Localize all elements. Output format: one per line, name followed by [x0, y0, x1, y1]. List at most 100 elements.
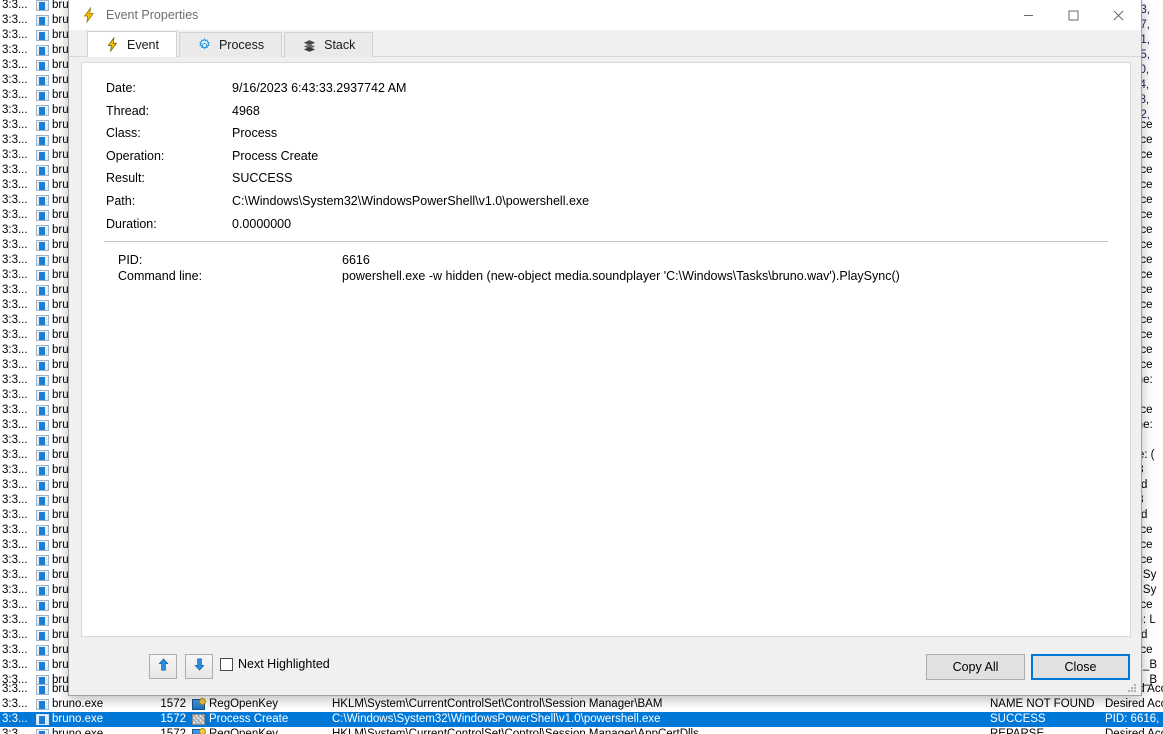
- previous-event-button[interactable]: [149, 654, 177, 679]
- table-row[interactable]: 3:3...brun: [0, 628, 68, 643]
- table-row[interactable]: 3:3...brun: [0, 568, 68, 583]
- close-button[interactable]: [1096, 0, 1141, 31]
- process-icon: [36, 660, 50, 672]
- event-field-label: Class:: [106, 126, 141, 140]
- row-result: NAME NOT FOUND: [990, 697, 1102, 712]
- row-detail: PID: 6616, Co: [1105, 712, 1163, 727]
- table-row[interactable]: 3:3...brun: [0, 553, 68, 568]
- next-highlighted-checkbox-wrap[interactable]: Next Highlighted: [220, 657, 330, 671]
- table-row[interactable]: 3:3...brun: [0, 118, 68, 133]
- table-row[interactable]: 3:3...bruno.exe1572Process CreateC:\Wind…: [0, 712, 1163, 727]
- section-divider: [104, 241, 1108, 242]
- process-icon: [36, 510, 50, 522]
- window-controls[interactable]: [1006, 0, 1141, 31]
- process-icon: [36, 600, 50, 612]
- table-row[interactable]: 3:3...bruno.exe1572RegOpenKeyHKLM\System…: [0, 697, 1163, 712]
- table-row[interactable]: 3:3...brun: [0, 148, 68, 163]
- tab-process[interactable]: Process: [179, 32, 282, 57]
- table-row[interactable]: 3:3...brun: [0, 223, 68, 238]
- process-icon: [36, 60, 50, 72]
- process-icon: [36, 495, 50, 507]
- table-row[interactable]: 3:3...brun: [0, 163, 68, 178]
- row-path: C:\Windows\System32\WindowsPowerShell\v1…: [332, 712, 982, 727]
- maximize-button[interactable]: [1051, 0, 1096, 31]
- gear-icon: [197, 38, 212, 53]
- table-row[interactable]: 3:3...brun: [0, 283, 68, 298]
- tab-event[interactable]: Event: [87, 31, 177, 57]
- table-row[interactable]: 3:3...bruno.exe1572RegOpenKeyHKLM\System…: [0, 727, 1163, 734]
- table-row[interactable]: 3:3...brun: [0, 613, 68, 628]
- process-icon: [36, 465, 50, 477]
- event-field-value: C:\Windows\System32\WindowsPowerShell\v1…: [232, 194, 589, 208]
- tab-strip[interactable]: Event Process: [69, 31, 1141, 57]
- row-detail: Desired Acce: [1105, 697, 1163, 712]
- process-icon: [36, 30, 50, 42]
- table-row[interactable]: 3:3...brun: [0, 598, 68, 613]
- lightning-bolt-icon: [105, 37, 120, 52]
- event-field-label: Date:: [106, 81, 136, 95]
- event-field-value: SUCCESS: [232, 171, 292, 185]
- title-bar[interactable]: Event Properties: [69, 0, 1141, 31]
- process-create-icon: [192, 714, 206, 726]
- table-row[interactable]: 3:3...brun: [0, 448, 68, 463]
- table-row[interactable]: 3:3...brun: [0, 208, 68, 223]
- table-row[interactable]: 3:3...brun: [0, 43, 68, 58]
- table-row[interactable]: 3:3...brun: [0, 388, 68, 403]
- table-row[interactable]: 3:3...brun: [0, 493, 68, 508]
- process-icon: [36, 540, 50, 552]
- table-row[interactable]: 3:3...brun: [0, 463, 68, 478]
- table-row[interactable]: 3:3...brun: [0, 298, 68, 313]
- process-detail-label: Command line:: [118, 269, 202, 283]
- table-row[interactable]: 3:3...brun: [0, 133, 68, 148]
- table-row[interactable]: 3:3...brun: [0, 658, 68, 673]
- process-icon: [36, 210, 50, 222]
- process-icon: [36, 570, 50, 582]
- table-row[interactable]: 3:3...brun: [0, 418, 68, 433]
- table-row[interactable]: 3:3...brun: [0, 178, 68, 193]
- process-icon: [36, 150, 50, 162]
- table-row[interactable]: 3:3...brun: [0, 0, 68, 13]
- table-row[interactable]: 3:3...brun: [0, 193, 68, 208]
- table-row[interactable]: 3:3...brun: [0, 313, 68, 328]
- table-row[interactable]: 3:3...brun: [0, 103, 68, 118]
- process-icon: [36, 270, 50, 282]
- process-icon: [36, 480, 50, 492]
- table-row[interactable]: 3:3...brun: [0, 88, 68, 103]
- table-row[interactable]: 3:3...brun: [0, 253, 68, 268]
- table-row[interactable]: 3:3...brun: [0, 508, 68, 523]
- next-event-button[interactable]: [185, 654, 213, 679]
- table-row[interactable]: 3:3...brun: [0, 28, 68, 43]
- minimize-button[interactable]: [1006, 0, 1051, 31]
- table-row[interactable]: 3:3...brun: [0, 433, 68, 448]
- event-field-label: Path:: [106, 194, 135, 208]
- table-row[interactable]: 3:3...brun: [0, 58, 68, 73]
- table-row[interactable]: 3:3...brun: [0, 373, 68, 388]
- process-icon: [36, 165, 50, 177]
- table-row[interactable]: 3:3...brun: [0, 328, 68, 343]
- close-dialog-button[interactable]: Close: [1031, 654, 1130, 680]
- event-field-value: 9/16/2023 6:43:33.2937742 AM: [232, 81, 406, 95]
- resize-grip-icon[interactable]: [1126, 681, 1138, 693]
- table-row[interactable]: 3:3...brun: [0, 343, 68, 358]
- table-row[interactable]: 3:3...brun: [0, 358, 68, 373]
- event-field-value: 0.0000000: [232, 217, 291, 231]
- table-row[interactable]: 3:3...brun: [0, 403, 68, 418]
- process-icon: [36, 315, 50, 327]
- table-row[interactable]: 3:3...brun: [0, 583, 68, 598]
- table-row[interactable]: 3:3...brun: [0, 523, 68, 538]
- table-row[interactable]: 3:3...brun: [0, 538, 68, 553]
- event-field-label: Result:: [106, 171, 145, 185]
- table-row[interactable]: 3:3...brun: [0, 268, 68, 283]
- tab-stack[interactable]: Stack: [284, 32, 373, 57]
- copy-all-button[interactable]: Copy All: [926, 654, 1025, 680]
- table-row[interactable]: 3:3...brun: [0, 73, 68, 88]
- process-icon: [36, 450, 50, 462]
- table-row[interactable]: 3:3...brun: [0, 643, 68, 658]
- dialog-title: Event Properties: [106, 8, 198, 22]
- table-row[interactable]: 3:3...brun: [0, 13, 68, 28]
- tab-event-label: Event: [127, 38, 159, 52]
- next-highlighted-checkbox[interactable]: [220, 658, 233, 671]
- table-row[interactable]: 3:3...brun: [0, 478, 68, 493]
- table-row[interactable]: 3:3...brun: [0, 238, 68, 253]
- process-icon: [36, 729, 50, 734]
